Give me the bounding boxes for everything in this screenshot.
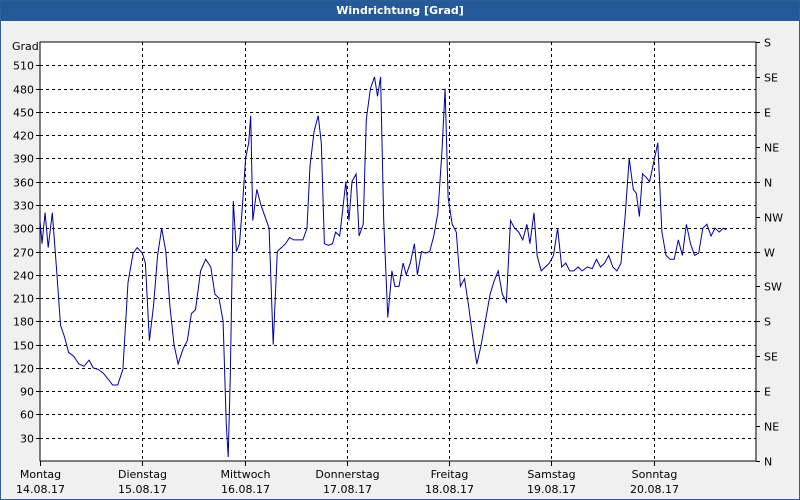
y-tick-label-8: 270 <box>13 247 34 260</box>
y-tick-label-7: 240 <box>13 270 34 283</box>
y2-tick-label-4: S <box>764 316 771 329</box>
y-axis-ticks: 30 60 90 120 150 180 210 240 270 300 330 360 390 420 4… <box>13 60 40 446</box>
wind-direction-chart: Grad 30 60 90 120 150 180 210 240 270 300 330 360 39… <box>12 37 783 497</box>
y2-tick-label-0: N <box>764 456 772 469</box>
y2-tick-label-9: NE <box>764 142 779 155</box>
y-tick-label-2: 90 <box>20 386 34 399</box>
y-tick-label-16: 510 <box>13 60 34 73</box>
y2-tick-label-3: SE <box>764 351 778 364</box>
y-tick-label-6: 210 <box>13 293 34 306</box>
plot-area <box>39 41 757 462</box>
y-tick-label-3: 120 <box>13 363 34 376</box>
x-tick-day-4: Freitag <box>431 468 469 481</box>
y2-tick-label-2: E <box>764 386 771 399</box>
y2-tick-label-8: N <box>764 177 772 190</box>
x-tick-day-1: Dienstag <box>118 468 167 481</box>
x-axis-ticks: Montag 14.08.17 Dienstag 15.08.17 Mittwoch 16… <box>16 461 679 496</box>
y2-tick-label-7: NW <box>764 212 783 225</box>
y-tick-label-9: 300 <box>13 223 34 236</box>
y-tick-label-12: 390 <box>13 153 34 166</box>
y-axis-label: Grad <box>12 40 39 53</box>
y-tick-label-5: 180 <box>13 316 34 329</box>
x-tick-date-2: 16.08.17 <box>221 483 270 496</box>
window-title: Windrichtung [Grad] <box>1 1 799 21</box>
x-tick-day-2: Mittwoch <box>221 468 271 481</box>
y2-tick-label-12: S <box>764 37 771 50</box>
y2-tick-label-5: SW <box>764 281 782 294</box>
x-tick-date-0: 14.08.17 <box>16 483 65 496</box>
x-tick-date-4: 18.08.17 <box>425 483 474 496</box>
y2-tick-label-11: SE <box>764 72 778 85</box>
y2-tick-label-1: NE <box>764 421 779 434</box>
y-tick-label-11: 360 <box>13 177 34 190</box>
x-tick-date-6: 20.08.17 <box>630 483 679 496</box>
y2-tick-label-6: W <box>764 247 775 260</box>
x-tick-day-3: Donnerstag <box>315 468 379 481</box>
y2-tick-label-10: E <box>764 107 771 120</box>
y-tick-label-1: 60 <box>20 409 34 422</box>
y-tick-label-10: 330 <box>13 200 34 213</box>
y-tick-label-15: 480 <box>13 84 34 97</box>
x-tick-day-6: Sonntag <box>632 468 678 481</box>
x-tick-date-3: 17.08.17 <box>323 483 372 496</box>
y-tick-label-4: 150 <box>13 340 34 353</box>
x-tick-date-1: 15.08.17 <box>118 483 167 496</box>
secondary-y-axis-ticks: N NE E SE S SW W NW N NE E SE S <box>756 37 783 469</box>
y-tick-label-14: 450 <box>13 107 34 120</box>
x-tick-day-0: Montag <box>20 468 61 481</box>
y-tick-label-13: 420 <box>13 130 34 143</box>
x-tick-date-5: 19.08.17 <box>527 483 576 496</box>
y-tick-label-0: 30 <box>20 433 34 446</box>
x-tick-day-5: Samstag <box>527 468 575 481</box>
